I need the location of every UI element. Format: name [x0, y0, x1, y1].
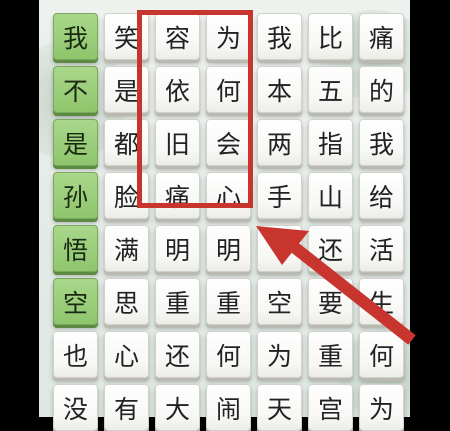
- char-tile[interactable]: 悟: [53, 225, 98, 272]
- char-tile[interactable]: 笑: [104, 13, 149, 60]
- char-tile[interactable]: 没: [53, 384, 98, 431]
- char-tile[interactable]: 重: [308, 331, 353, 378]
- char-tile[interactable]: 容: [155, 13, 200, 60]
- char-tile[interactable]: 满: [104, 225, 149, 272]
- char-tile[interactable]: 比: [308, 13, 353, 60]
- char-tile[interactable]: 山: [308, 172, 353, 219]
- char-tile[interactable]: 要: [308, 278, 353, 325]
- char-tile[interactable]: 会: [206, 119, 251, 166]
- char-tile[interactable]: 不: [53, 66, 98, 113]
- char-tile[interactable]: 也: [53, 331, 98, 378]
- char-tile[interactable]: 为: [206, 13, 251, 60]
- char-tile[interactable]: 空: [53, 278, 98, 325]
- char-tile[interactable]: 重: [206, 278, 251, 325]
- char-tile[interactable]: 五: [308, 66, 353, 113]
- char-tile[interactable]: 本: [257, 66, 302, 113]
- char-tile[interactable]: 生: [359, 278, 404, 325]
- char-tile[interactable]: 给: [359, 172, 404, 219]
- char-tile[interactable]: 孙: [53, 172, 98, 219]
- char-tile[interactable]: 明: [206, 225, 251, 272]
- char-tile[interactable]: 思: [104, 278, 149, 325]
- char-tile[interactable]: 都: [104, 119, 149, 166]
- char-tile[interactable]: 脸: [104, 172, 149, 219]
- char-tile[interactable]: 为: [257, 331, 302, 378]
- char-tile[interactable]: 天: [257, 384, 302, 431]
- char-tile[interactable]: 何: [206, 66, 251, 113]
- char-tile[interactable]: 我: [359, 119, 404, 166]
- char-tile[interactable]: [257, 225, 302, 272]
- char-tile[interactable]: 还: [155, 331, 200, 378]
- char-tile[interactable]: 依: [155, 66, 200, 113]
- char-tile[interactable]: 重: [155, 278, 200, 325]
- char-tile[interactable]: 痛: [359, 13, 404, 60]
- char-tile[interactable]: 是: [53, 119, 98, 166]
- char-tile[interactable]: 有: [104, 384, 149, 431]
- char-tile[interactable]: 手: [257, 172, 302, 219]
- char-tile[interactable]: 我: [53, 13, 98, 60]
- char-tile[interactable]: 为: [359, 384, 404, 431]
- char-tile[interactable]: 何: [206, 331, 251, 378]
- char-tile[interactable]: 指: [308, 119, 353, 166]
- char-tile[interactable]: 宫: [308, 384, 353, 431]
- character-grid: 我笑容为我比痛不是依何本五的是都旧会两指我孙脸痛心手山给悟满明明还活空思重重空要…: [53, 13, 404, 431]
- char-tile[interactable]: 心: [104, 331, 149, 378]
- char-tile[interactable]: 心: [206, 172, 251, 219]
- char-tile[interactable]: 痛: [155, 172, 200, 219]
- char-tile[interactable]: 是: [104, 66, 149, 113]
- char-tile[interactable]: 两: [257, 119, 302, 166]
- char-tile[interactable]: 我: [257, 13, 302, 60]
- char-tile[interactable]: 活: [359, 225, 404, 272]
- char-tile[interactable]: 的: [359, 66, 404, 113]
- char-tile[interactable]: 旧: [155, 119, 200, 166]
- char-tile[interactable]: 闹: [206, 384, 251, 431]
- char-tile[interactable]: 何: [359, 331, 404, 378]
- char-tile[interactable]: 空: [257, 278, 302, 325]
- char-tile[interactable]: 明: [155, 225, 200, 272]
- char-tile[interactable]: 大: [155, 384, 200, 431]
- char-tile[interactable]: 还: [308, 225, 353, 272]
